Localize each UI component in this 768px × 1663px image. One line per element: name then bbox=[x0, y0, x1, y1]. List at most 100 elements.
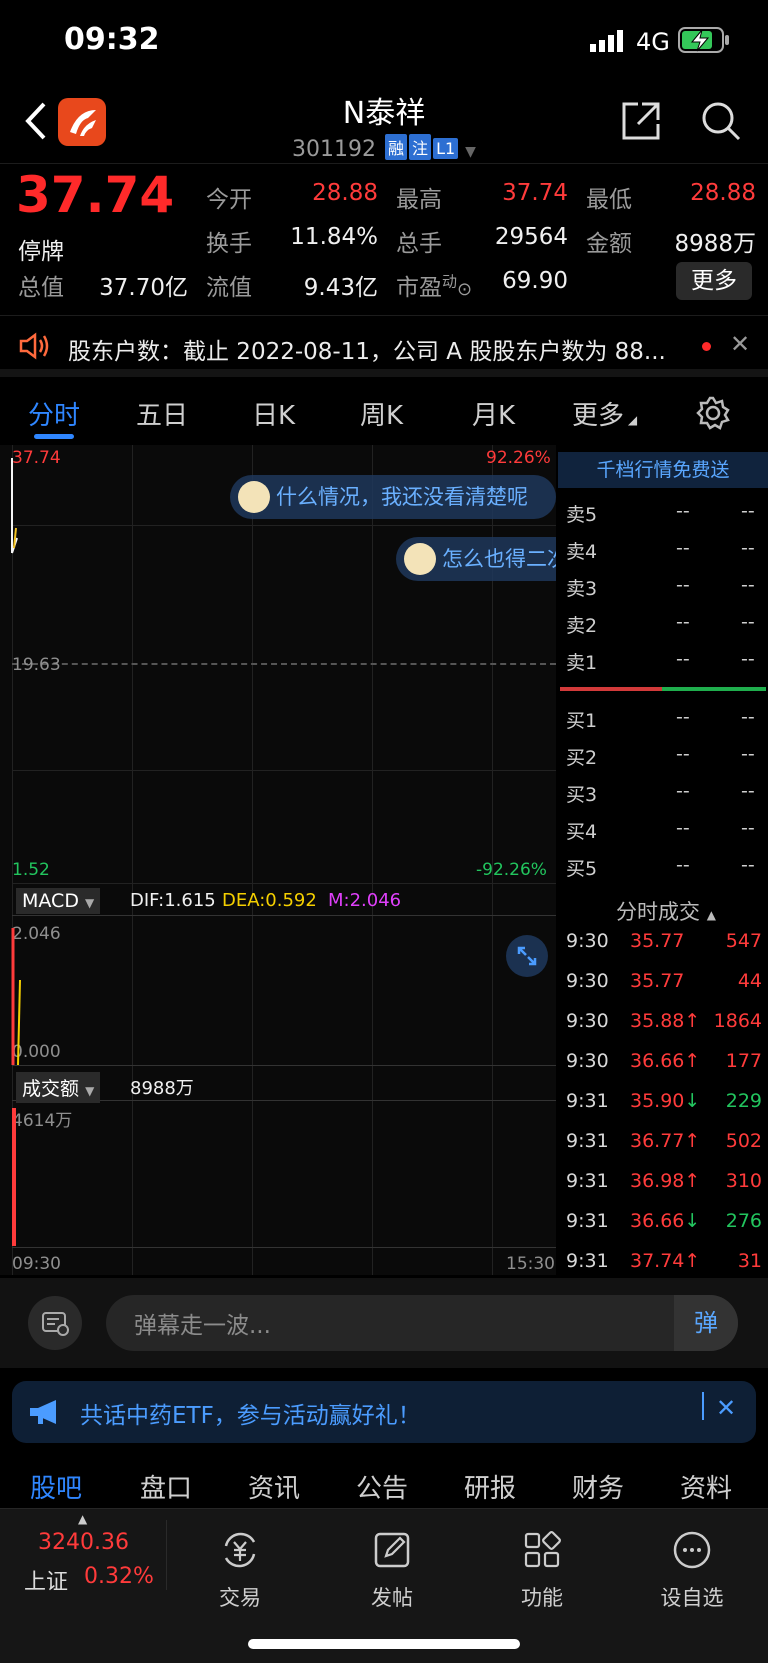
close-icon[interactable]: ✕ bbox=[730, 330, 750, 358]
open-label: 今开 bbox=[206, 187, 252, 213]
tick-volume: 547 bbox=[725, 930, 762, 952]
tab-daily-k[interactable]: 日K bbox=[252, 395, 295, 432]
volume-select[interactable]: 成交额 ▼ bbox=[16, 1072, 101, 1103]
avatar bbox=[238, 481, 270, 513]
tick-time: 9:30 bbox=[566, 1010, 609, 1032]
tick-price: 36.66↓ bbox=[630, 1210, 701, 1232]
news-text[interactable]: 股东户数：截止 2022-08-11，公司 A 股股东户数为 88... bbox=[68, 332, 678, 366]
grid-icon bbox=[524, 1531, 561, 1568]
sell-row-3: 卖3 -- -- bbox=[566, 574, 755, 600]
tab-announcements[interactable]: 公告 bbox=[356, 1468, 408, 1505]
tick-volume: 1864 bbox=[713, 1010, 762, 1032]
pe-label: 市盈动⊙ bbox=[396, 272, 473, 301]
add-watchlist-button[interactable]: 设自选 bbox=[632, 1528, 752, 1612]
time-end-label: 15:30 bbox=[506, 1254, 555, 1274]
gear-icon[interactable] bbox=[696, 396, 730, 430]
trade-icon bbox=[224, 1532, 256, 1568]
buy-row-5: 买5 -- -- bbox=[566, 854, 755, 880]
sell-row-1: 卖1 -- -- bbox=[566, 648, 755, 674]
functions-button[interactable]: 功能 bbox=[482, 1528, 602, 1612]
sell-ratio-bar bbox=[560, 687, 662, 691]
sell-row-2: 卖2 -- -- bbox=[566, 611, 755, 637]
tick-price: 35.77 bbox=[630, 970, 685, 992]
tick-time: 9:31 bbox=[566, 1170, 609, 1192]
macd-dif: DIF:1.615 bbox=[130, 890, 216, 911]
tag-level: L1 bbox=[433, 138, 459, 159]
buy-row-2: 买2 -- -- bbox=[566, 743, 755, 769]
more-circle-icon bbox=[673, 1531, 711, 1569]
expand-button[interactable] bbox=[506, 935, 548, 977]
sell-row-5: 卖5 -- -- bbox=[566, 500, 755, 526]
open-value: 28.88 bbox=[312, 180, 378, 206]
post-button[interactable]: 发帖 bbox=[332, 1528, 452, 1612]
tab-5day[interactable]: 五日 bbox=[136, 395, 188, 432]
danmaku-settings-button[interactable] bbox=[28, 1296, 82, 1350]
macd-m: M:2.046 bbox=[328, 890, 402, 911]
macd-bars bbox=[11, 928, 21, 1066]
chevron-up-icon[interactable]: ▲ bbox=[78, 1512, 87, 1526]
tick-volume: 229 bbox=[725, 1090, 762, 1112]
tab-financials[interactable]: 财务 bbox=[572, 1468, 624, 1505]
promo-text[interactable]: 共话中药ETF，参与活动赢好礼！ bbox=[80, 1396, 421, 1430]
tab-forum[interactable]: 股吧 bbox=[30, 1468, 82, 1505]
tick-price: 35.90↓ bbox=[630, 1090, 701, 1112]
volume-label: 总手 bbox=[396, 231, 442, 257]
volume-value: 29564 bbox=[494, 224, 568, 250]
tick-volume: 310 bbox=[725, 1170, 762, 1192]
order-book-promo[interactable]: 千档行情免费送 bbox=[558, 452, 768, 488]
index-value[interactable]: 3240.36 bbox=[38, 1530, 129, 1555]
tick-price: 36.98↑ bbox=[630, 1170, 701, 1192]
network-label: 4G bbox=[636, 28, 670, 56]
tag-margin: 融 bbox=[385, 134, 408, 160]
high-label: 最高 bbox=[396, 187, 442, 213]
buy-row-1: 买1 -- -- bbox=[566, 706, 755, 732]
tick-volume: 502 bbox=[725, 1130, 762, 1152]
megaphone-icon bbox=[30, 1400, 56, 1424]
chevron-down-icon[interactable]: ▼ bbox=[465, 144, 476, 160]
low-label: 最低 bbox=[586, 187, 632, 213]
price-mid-label: 19.63 bbox=[12, 655, 61, 675]
tab-market-depth[interactable]: 盘口 bbox=[140, 1468, 192, 1505]
tab-intraday[interactable]: 分时 bbox=[28, 395, 80, 432]
time-start-label: 09:30 bbox=[12, 1254, 61, 1274]
close-icon[interactable]: ✕ bbox=[716, 1394, 736, 1422]
buy-row-3: 买3 -- -- bbox=[566, 780, 755, 806]
more-button[interactable]: 更多 bbox=[676, 262, 752, 300]
ticks-title[interactable]: 分时成交 ▲ bbox=[616, 896, 716, 926]
macd-select[interactable]: MACD ▼ bbox=[16, 888, 101, 914]
tick-time: 9:31 bbox=[566, 1250, 609, 1272]
float-label: 流值 bbox=[206, 275, 252, 301]
float-value: 9.43亿 bbox=[303, 275, 378, 301]
tick-time: 9:31 bbox=[566, 1130, 609, 1152]
tick-price: 37.74↑ bbox=[630, 1250, 701, 1272]
pct-top-label: 92.26% bbox=[486, 448, 551, 468]
tab-research[interactable]: 研报 bbox=[464, 1468, 516, 1505]
index-change[interactable]: 0.32% bbox=[84, 1564, 154, 1589]
tick-volume: 177 bbox=[725, 1050, 762, 1072]
tick-price: 36.66↑ bbox=[630, 1050, 701, 1072]
price-line bbox=[11, 458, 18, 554]
share-icon[interactable] bbox=[620, 100, 662, 142]
tick-price: 35.77 bbox=[630, 930, 685, 952]
tab-monthly-k[interactable]: 月K bbox=[472, 395, 515, 432]
tab-news[interactable]: 资讯 bbox=[248, 1468, 300, 1505]
mktcap-value: 37.70亿 bbox=[99, 275, 188, 301]
tick-volume: 276 bbox=[725, 1210, 762, 1232]
trade-button[interactable]: 交易 bbox=[180, 1528, 300, 1612]
tab-profile[interactable]: 资料 bbox=[680, 1468, 732, 1505]
tab-more[interactable]: 更多 ◢ bbox=[572, 395, 637, 432]
tab-underline bbox=[34, 434, 74, 439]
volume-bar bbox=[12, 1108, 16, 1246]
current-price: 37.74 bbox=[16, 166, 175, 224]
buy-row-4: 买4 -- -- bbox=[566, 817, 755, 843]
danmaku-send-button[interactable]: 弹 bbox=[674, 1295, 738, 1351]
tab-weekly-k[interactable]: 周K bbox=[360, 395, 403, 432]
search-icon[interactable] bbox=[700, 100, 742, 142]
unread-dot bbox=[702, 342, 711, 351]
index-name[interactable]: 上证 bbox=[24, 1564, 68, 1596]
volume-top-label: 4614万 bbox=[12, 1111, 73, 1131]
danmaku-bubble[interactable]: 怎么也得二次 bbox=[396, 537, 556, 581]
danmaku-bubble[interactable]: 什么情况，我还没看清楚呢 bbox=[230, 475, 556, 519]
turnover-label: 换手 bbox=[206, 231, 252, 257]
tick-time: 9:30 bbox=[566, 1050, 609, 1072]
